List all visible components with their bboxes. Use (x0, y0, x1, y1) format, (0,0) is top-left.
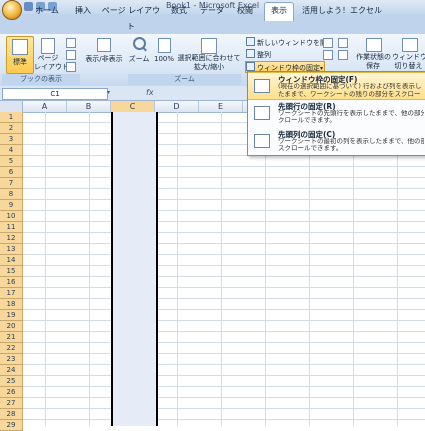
page-layout-icon (41, 38, 55, 54)
freeze-first-column-icon (254, 134, 270, 148)
column-header-a[interactable]: A (23, 101, 67, 112)
tab-data[interactable]: データ (197, 3, 227, 19)
tab-formulas[interactable]: 数式 (167, 3, 191, 19)
row-header[interactable]: 27 (0, 398, 23, 409)
freeze-panes-icon (246, 62, 255, 71)
new-window-icon (246, 37, 255, 46)
tab-insert[interactable]: 挿入 (70, 3, 96, 19)
column-header-b[interactable]: B (67, 101, 111, 112)
view-side-by-side-icon[interactable] (323, 38, 333, 48)
row-header[interactable]: 9 (0, 200, 23, 211)
new-window-button[interactable]: 新しいウィンドウを開く (246, 37, 334, 47)
row-header[interactable]: 26 (0, 387, 23, 398)
column-header-d[interactable]: D (155, 101, 199, 112)
show-hide-icon (97, 38, 111, 52)
row-header[interactable]: 4 (0, 145, 23, 156)
row-header[interactable]: 25 (0, 376, 23, 387)
row-header[interactable]: 6 (0, 167, 23, 178)
save-workspace-icon (366, 38, 382, 52)
selected-column-c[interactable] (111, 112, 158, 426)
row-header[interactable]: 19 (0, 310, 23, 321)
arrange-all-button[interactable]: 整列 (246, 49, 271, 59)
row-header[interactable]: 8 (0, 189, 23, 200)
zoom-100-button[interactable]: 100% (153, 36, 175, 72)
row-header[interactable]: 28 (0, 409, 23, 420)
group-label-workbook-views: ブックの表示 (2, 74, 80, 85)
tab-view[interactable]: 表示 (264, 2, 294, 21)
cell-grid[interactable] (23, 112, 425, 426)
page-break-preview-icon[interactable] (66, 38, 76, 48)
zoom-to-selection-button[interactable]: 選択範囲に合わせて 拡大/縮小 (176, 36, 242, 72)
row-header[interactable]: 1 (0, 112, 23, 123)
tab-page-layout[interactable]: ページ レイアウト (101, 3, 161, 31)
name-box[interactable]: C1 (2, 88, 108, 100)
freeze-top-row-icon (254, 106, 270, 120)
show-hide-button[interactable]: 表示/非表示 (82, 36, 126, 72)
full-screen-icon[interactable] (66, 62, 76, 72)
group-label-zoom: ズーム (128, 74, 241, 85)
row-header[interactable]: 7 (0, 178, 23, 189)
custom-views-icon[interactable] (66, 50, 76, 60)
row-header[interactable]: 11 (0, 222, 23, 233)
row-header[interactable]: 18 (0, 299, 23, 310)
row-header[interactable]: 14 (0, 255, 23, 266)
row-header[interactable]: 24 (0, 365, 23, 376)
menu-item-freeze-panes[interactable]: ウィンドウ枠の固定(F) (現在の選択範囲に基づいて) 行および列を表示したまま… (248, 72, 425, 100)
freeze-panes-icon (254, 79, 270, 93)
normal-view-button[interactable]: 標準 (6, 36, 34, 74)
office-button[interactable] (2, 0, 22, 20)
row-header[interactable]: 22 (0, 343, 23, 354)
row-header[interactable]: 12 (0, 233, 23, 244)
zoom-button[interactable]: ズーム (128, 36, 150, 72)
zoom-100-icon (158, 38, 171, 53)
row-header[interactable]: 10 (0, 211, 23, 222)
menu-item-freeze-first-column[interactable]: 先頭列の固定(C) ワークシートの最初の列を表示したままで、他の部分を スクロー… (248, 128, 425, 154)
row-header[interactable]: 15 (0, 266, 23, 277)
synchronous-scrolling-icon[interactable] (323, 50, 333, 60)
row-header[interactable]: 16 (0, 277, 23, 288)
arrange-icon (246, 49, 255, 58)
row-header[interactable]: 20 (0, 321, 23, 332)
zoom-selection-icon (201, 38, 217, 54)
row-header[interactable]: 2 (0, 123, 23, 134)
column-header-e[interactable]: E (199, 101, 243, 112)
row-header[interactable]: 13 (0, 244, 23, 255)
insert-function-icon[interactable]: fx (146, 88, 154, 97)
row-header[interactable]: 5 (0, 156, 23, 167)
tab-review[interactable]: 校閲 (233, 3, 257, 19)
menu-item-freeze-top-row[interactable]: 先頭行の固定(R) ワークシートの先頭行を表示したままで、他の部分をス クロール… (248, 100, 425, 126)
grid-view-icon (12, 39, 28, 55)
split-icon[interactable] (338, 38, 348, 48)
switch-windows-button[interactable]: ウィンドウ 切り替え (392, 36, 425, 72)
hide-window-icon[interactable] (338, 50, 348, 60)
switch-windows-icon (402, 38, 418, 52)
freeze-panes-menu: ウィンドウ枠の固定(F) (現在の選択範囲に基づいて) 行および列を表示したまま… (247, 71, 425, 156)
row-header[interactable]: 23 (0, 354, 23, 365)
row-header[interactable]: 3 (0, 134, 23, 145)
row-header[interactable]: 21 (0, 332, 23, 343)
save-workspace-button[interactable]: 作業状態の 保存 (356, 36, 391, 72)
tab-home[interactable]: ホーム (30, 3, 64, 19)
column-header-c[interactable]: C (111, 101, 155, 112)
row-header[interactable]: 17 (0, 288, 23, 299)
page-layout-view-button[interactable]: ページ レイアウト (34, 36, 69, 72)
name-box-dropdown-icon[interactable]: ▾ (107, 89, 110, 96)
tab-excel-tips[interactable]: 活用しよう！エクセル (300, 3, 384, 19)
